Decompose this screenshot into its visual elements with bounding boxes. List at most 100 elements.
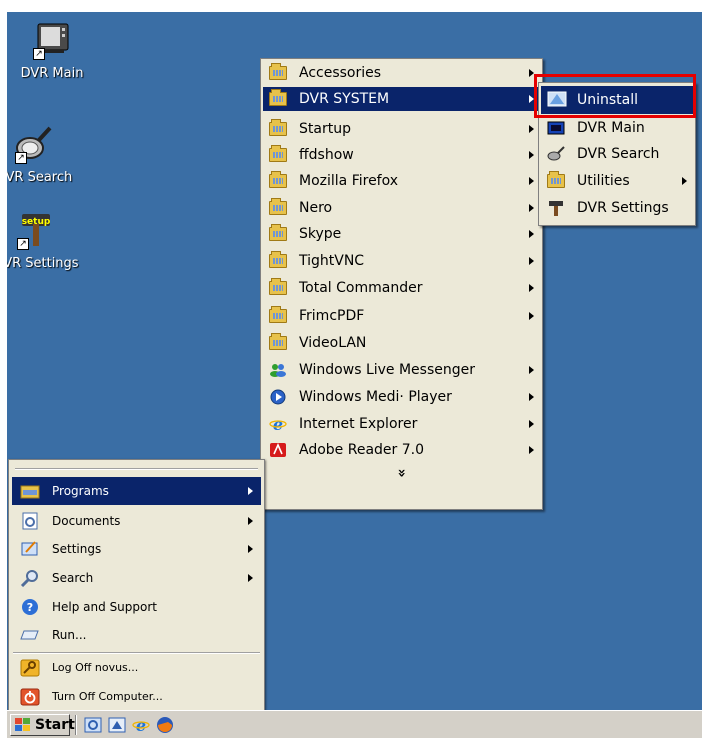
menu-item-label: DVR Main: [577, 120, 645, 136]
menu-item-frimcpdf[interactable]: FrimcPDF: [263, 304, 540, 328]
firefox-icon[interactable]: [156, 716, 174, 734]
submenu-arrow-icon: [529, 95, 534, 103]
programs-menu: Accessories DVR SYSTEM Startup ffdshow M: [260, 58, 543, 510]
folder-icon: [269, 63, 287, 80]
folder-icon: [269, 145, 287, 162]
menu-item-label: Nero: [299, 200, 333, 216]
menu-item-windows-media-player[interactable]: Windows Medi· Player: [263, 385, 540, 409]
menu-item-label: DVR Settings: [577, 200, 669, 216]
start-button[interactable]: Start: [10, 714, 75, 736]
start-item-help-and-support[interactable]: ? Help and Support: [12, 593, 261, 621]
submenu-item-utilities[interactable]: Utilities: [541, 169, 693, 193]
submenu-arrow-icon: [529, 125, 534, 133]
menu-item-startup[interactable]: Startup: [263, 117, 540, 141]
programs-folder-icon: [20, 482, 40, 500]
quick-launch-divider: [75, 715, 77, 735]
start-item-programs[interactable]: Programs: [12, 477, 261, 505]
menu-item-dvr-system[interactable]: DVR SYSTEM: [263, 87, 540, 111]
submenu-item-dvr-search[interactable]: DVR Search: [541, 142, 693, 166]
submenu-arrow-icon: [529, 230, 534, 238]
submenu-arrow-icon: [682, 177, 687, 185]
desktop: ↗ DVR Main ↗ DVR Search setup: [7, 12, 702, 710]
menu-item-label: Search: [52, 571, 94, 585]
submenu-arrow-icon: [529, 284, 534, 292]
menu-item-nero[interactable]: Nero: [263, 196, 540, 220]
key-icon: [20, 659, 40, 677]
submenu-arrow-icon: [529, 446, 534, 454]
start-item-run[interactable]: Run...: [12, 621, 261, 649]
documents-icon: [20, 512, 40, 530]
taskbar: Start e: [7, 710, 702, 738]
folder-icon: [269, 224, 287, 241]
show-desktop-icon[interactable]: [84, 716, 102, 734]
submenu-arrow-icon: [529, 69, 534, 77]
start-menu: Programs Documents Settings Search ? Hel…: [8, 459, 265, 710]
adobe-reader-icon: [269, 442, 287, 458]
internet-explorer-icon[interactable]: e: [132, 716, 150, 735]
submenu-arrow-icon: [529, 393, 534, 401]
menu-item-label: Settings: [52, 542, 102, 556]
menu-item-label: Startup: [299, 121, 351, 137]
menu-item-label: TightVNC: [299, 253, 365, 269]
svg-text:e: e: [273, 416, 283, 432]
menu-item-label: Uninstall: [577, 92, 639, 108]
menu-item-internet-explorer[interactable]: e Internet Explorer: [263, 412, 540, 436]
tv-monitor-icon: ↗: [32, 20, 72, 60]
run-icon: [20, 626, 40, 644]
start-item-turn-off-computer[interactable]: Turn Off Computer...: [12, 683, 261, 710]
hammer-icon: [547, 200, 565, 216]
desktop-icon-dvr-settings[interactable]: setup ↗ DVR Settings: [7, 210, 81, 271]
start-item-search[interactable]: Search: [12, 564, 261, 592]
menu-item-label: Documents: [52, 514, 121, 528]
menu-item-skype[interactable]: Skype: [263, 222, 540, 246]
desktop-icon-label: DVR Search: [7, 170, 73, 185]
svg-text:?: ?: [27, 601, 33, 614]
menu-item-label: Windows Live Messenger: [299, 362, 476, 378]
windows-logo-icon: [15, 718, 31, 732]
help-icon: ?: [20, 598, 40, 616]
magnifier-icon: [547, 146, 565, 162]
menu-item-ffdshow[interactable]: ffdshow: [263, 143, 540, 167]
folder-icon: [269, 171, 287, 188]
menu-item-label: DVR SYSTEM: [299, 91, 390, 107]
expand-menu-chevron[interactable]: »: [263, 463, 540, 483]
menu-item-label: VideoLAN: [299, 335, 367, 351]
desktop-icon-label: DVR Main: [20, 66, 84, 81]
menu-item-videolan[interactable]: VideoLAN: [263, 331, 540, 355]
folder-icon: [269, 198, 287, 215]
menu-item-label: Mozilla Firefox: [299, 173, 399, 189]
folder-icon: [269, 333, 287, 350]
menu-item-total-commander[interactable]: Total Commander: [263, 276, 540, 300]
submenu-item-dvr-settings[interactable]: DVR Settings: [541, 196, 693, 220]
submenu-item-dvr-main[interactable]: DVR Main: [541, 116, 693, 140]
menu-item-label: Programs: [52, 484, 109, 498]
desktop-icon-dvr-main[interactable]: ↗ DVR Main: [7, 20, 97, 81]
start-item-settings[interactable]: Settings: [12, 535, 261, 563]
double-chevron-down-icon: »: [393, 468, 410, 478]
submenu-arrow-icon: [248, 574, 253, 582]
menu-item-accessories[interactable]: Accessories: [263, 61, 540, 85]
menu-separator: [15, 468, 258, 470]
submenu-arrow-icon: [529, 312, 534, 320]
media-player-icon[interactable]: [108, 716, 126, 734]
internet-explorer-icon: e: [269, 415, 287, 434]
start-item-log-off[interactable]: Log Off novus...: [12, 654, 261, 682]
menu-item-adobe-reader[interactable]: Adobe Reader 7.0: [263, 438, 540, 462]
power-icon: [20, 688, 40, 706]
search-icon: [20, 569, 40, 588]
menu-item-mozilla-firefox[interactable]: Mozilla Firefox: [263, 169, 540, 193]
submenu-arrow-icon: [529, 257, 534, 265]
menu-item-windows-live-messenger[interactable]: Windows Live Messenger: [263, 358, 540, 382]
menu-item-tightvnc[interactable]: TightVNC: [263, 249, 540, 273]
setup-hammer-icon: setup ↗: [16, 210, 56, 250]
desktop-icon-dvr-search[interactable]: ↗ DVR Search: [7, 124, 79, 185]
svg-text:e: e: [136, 716, 146, 734]
menu-item-label: Utilities: [577, 173, 630, 189]
settings-icon: [20, 540, 40, 558]
menu-item-label: FrimcPDF: [299, 308, 365, 324]
submenu-item-uninstall[interactable]: Uninstall: [541, 86, 693, 114]
menu-item-label: Internet Explorer: [299, 416, 418, 432]
folder-icon: [269, 119, 287, 136]
start-item-documents[interactable]: Documents: [12, 507, 261, 535]
monitor-icon: [547, 120, 565, 136]
